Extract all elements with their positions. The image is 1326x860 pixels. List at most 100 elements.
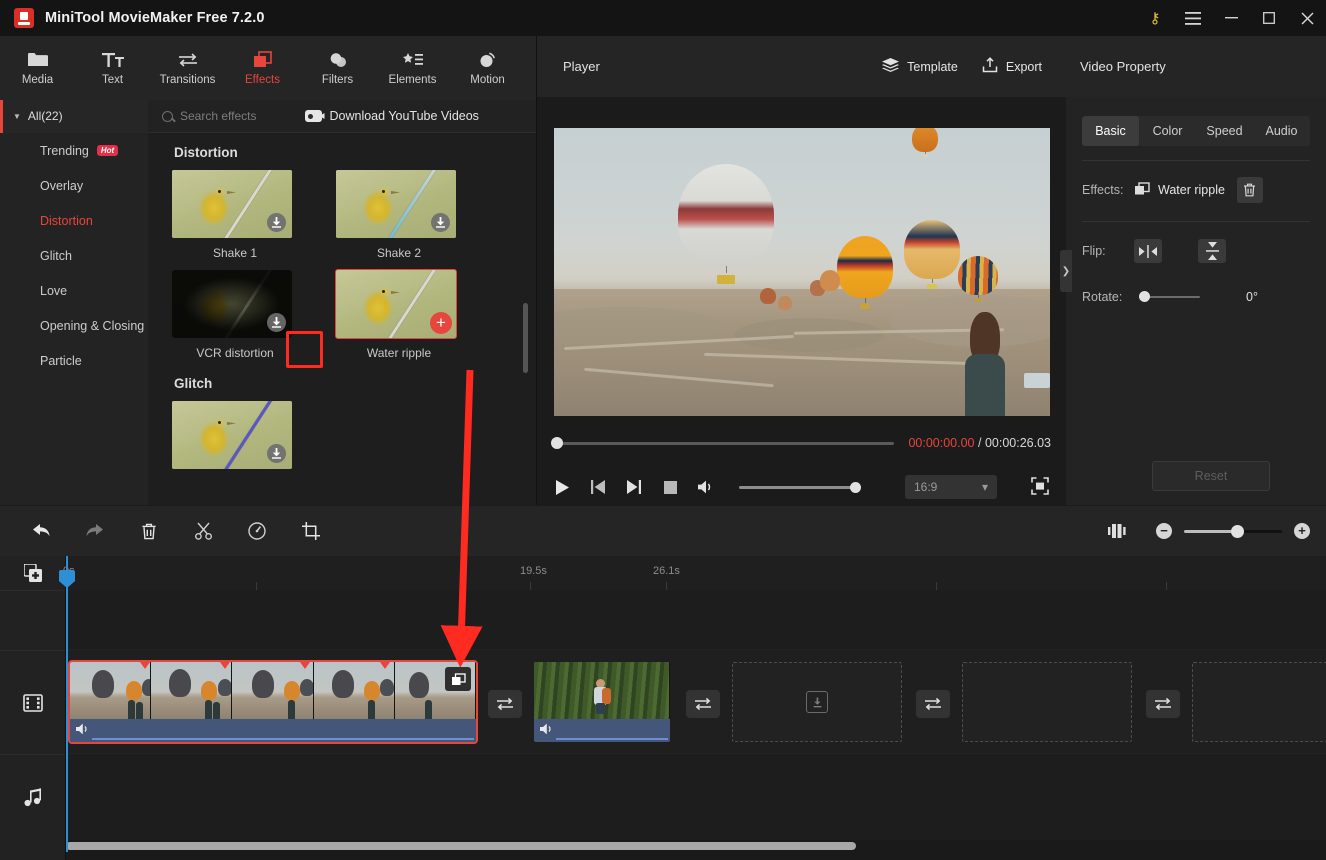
empty-slot-1[interactable] xyxy=(732,662,902,742)
download-icon[interactable] xyxy=(267,213,286,232)
sidebar-item-overlay[interactable]: Overlay xyxy=(0,168,148,203)
seek-slider[interactable] xyxy=(551,437,895,449)
rotate-slider[interactable] xyxy=(1139,291,1200,303)
delete-effect-icon[interactable] xyxy=(1236,177,1263,203)
timeline-clip-forest[interactable] xyxy=(534,662,670,742)
volume-icon[interactable] xyxy=(76,722,90,740)
stop-icon[interactable] xyxy=(661,478,679,496)
crop-button[interactable] xyxy=(284,506,338,556)
balloon-large xyxy=(678,164,774,288)
sidebar-item-glitch[interactable]: Glitch xyxy=(0,238,148,273)
fullscreen-icon[interactable] xyxy=(1031,477,1051,497)
delete-button[interactable] xyxy=(122,506,176,556)
rotate-row: Rotate: 0° xyxy=(1066,280,1326,314)
search-input[interactable]: Search effects xyxy=(162,109,257,123)
effect-card-shake-2[interactable]: Shake 2 xyxy=(336,170,462,260)
timeline-row-video[interactable] xyxy=(66,650,1326,754)
timeline-ruler[interactable]: 0s 19.5s 26.1s xyxy=(63,556,1326,590)
ruler-tick: 26.1s xyxy=(653,565,680,577)
playhead[interactable] xyxy=(59,556,75,852)
previous-frame-icon[interactable] xyxy=(589,478,607,496)
zoom-slider[interactable] xyxy=(1184,524,1282,538)
aspect-ratio-dropdown[interactable]: 16:9 ▾ xyxy=(905,475,997,499)
close-icon[interactable] xyxy=(1288,0,1326,36)
transition-slot-1[interactable] xyxy=(488,690,522,718)
tab-audio[interactable]: Audio xyxy=(1253,116,1310,146)
add-media-icon[interactable] xyxy=(0,556,65,590)
transition-slot-2[interactable] xyxy=(686,690,720,718)
effect-thumbnail xyxy=(172,401,292,469)
sidebar-item-love[interactable]: Love xyxy=(0,273,148,308)
volume-icon[interactable] xyxy=(540,722,554,740)
hamburger-menu-icon[interactable] xyxy=(1174,0,1212,36)
add-effect-icon[interactable]: + xyxy=(430,312,452,334)
rotate-handle[interactable] xyxy=(1139,291,1150,303)
nav-label: Effects xyxy=(245,74,280,86)
nav-item-transitions[interactable]: Transitions xyxy=(150,36,225,100)
sidebar-item-particle[interactable]: Particle xyxy=(0,343,148,378)
volume-slider[interactable] xyxy=(739,481,861,493)
tab-speed[interactable]: Speed xyxy=(1196,116,1253,146)
category-label: Glitch xyxy=(40,248,72,263)
zoom-in-button[interactable]: + xyxy=(1294,523,1310,539)
nav-item-text[interactable]: Text xyxy=(75,36,150,100)
download-icon[interactable] xyxy=(431,213,450,232)
forest-person xyxy=(593,679,612,714)
timeline-row-audio[interactable] xyxy=(66,754,1326,840)
download-icon[interactable] xyxy=(267,444,286,463)
sidebar-item-opening-closing[interactable]: Opening & Closing xyxy=(0,308,148,343)
chevron-down-icon: ▼ xyxy=(13,111,21,121)
tab-color[interactable]: Color xyxy=(1139,116,1196,146)
balloon-small-2 xyxy=(778,296,792,313)
next-frame-icon[interactable] xyxy=(625,478,643,496)
effect-card-glitch-1[interactable] xyxy=(172,401,298,469)
minimize-icon[interactable] xyxy=(1212,0,1250,36)
transition-slot-3[interactable] xyxy=(916,690,950,718)
all-effects-dropdown[interactable]: ▼ All(22) xyxy=(0,99,148,133)
applied-effect-chip[interactable]: Water ripple xyxy=(1134,181,1225,199)
effect-card-vcr-distortion[interactable]: VCR distortion xyxy=(172,270,298,360)
fit-timeline-icon[interactable] xyxy=(1090,506,1144,556)
flip-vertical-button[interactable] xyxy=(1198,239,1226,263)
play-icon[interactable] xyxy=(553,478,571,496)
nav-item-elements[interactable]: Elements xyxy=(375,36,450,100)
timeline-horizontal-scrollbar[interactable] xyxy=(66,842,856,850)
timeline-clip-balloon[interactable] xyxy=(68,660,478,744)
undo-button[interactable] xyxy=(14,506,68,556)
speed-button[interactable] xyxy=(230,506,284,556)
key-icon[interactable]: ⚷ xyxy=(1136,0,1174,36)
volume-icon[interactable] xyxy=(697,478,715,496)
maximize-icon[interactable] xyxy=(1250,0,1288,36)
split-button[interactable] xyxy=(176,506,230,556)
flip-row: Flip: xyxy=(1066,234,1326,268)
video-preview[interactable] xyxy=(554,128,1050,416)
flip-horizontal-button[interactable] xyxy=(1134,239,1162,263)
effect-card-water-ripple[interactable]: + Water ripple xyxy=(335,269,462,360)
seek-handle[interactable] xyxy=(551,437,563,449)
download-icon[interactable] xyxy=(267,313,286,332)
timeline-row-effects[interactable] xyxy=(66,590,1326,650)
sidebar-item-distortion[interactable]: Distortion xyxy=(0,203,148,238)
chevron-right-icon[interactable]: ❯ xyxy=(1060,250,1072,292)
transition-slot-4[interactable] xyxy=(1146,690,1180,718)
volume-handle[interactable] xyxy=(850,481,861,493)
download-youtube-button[interactable]: Download YouTube Videos xyxy=(304,109,479,123)
effects-scrollbar[interactable] xyxy=(523,303,528,373)
empty-slot-2[interactable] xyxy=(962,662,1132,742)
empty-slot-3[interactable] xyxy=(1192,662,1326,742)
nav-item-filters[interactable]: Filters xyxy=(300,36,375,100)
nav-item-motion[interactable]: Motion xyxy=(450,36,525,100)
nav-item-effects[interactable]: Effects xyxy=(225,36,300,100)
reset-button[interactable]: Reset xyxy=(1152,461,1270,491)
template-button[interactable]: Template xyxy=(882,57,958,76)
zoom-out-button[interactable]: − xyxy=(1156,523,1172,539)
effect-card-shake-1[interactable]: Shake 1 xyxy=(172,170,298,260)
download-icon[interactable] xyxy=(806,691,828,713)
sidebar-item-trending[interactable]: Trending Hot xyxy=(0,133,148,168)
redo-button[interactable] xyxy=(68,506,122,556)
export-button[interactable]: Export xyxy=(982,57,1042,76)
nav-item-media[interactable]: Media xyxy=(0,36,75,100)
tab-basic[interactable]: Basic xyxy=(1082,116,1139,146)
timeline-clip-effect-badge[interactable] xyxy=(445,667,471,691)
zoom-handle[interactable] xyxy=(1231,524,1245,538)
